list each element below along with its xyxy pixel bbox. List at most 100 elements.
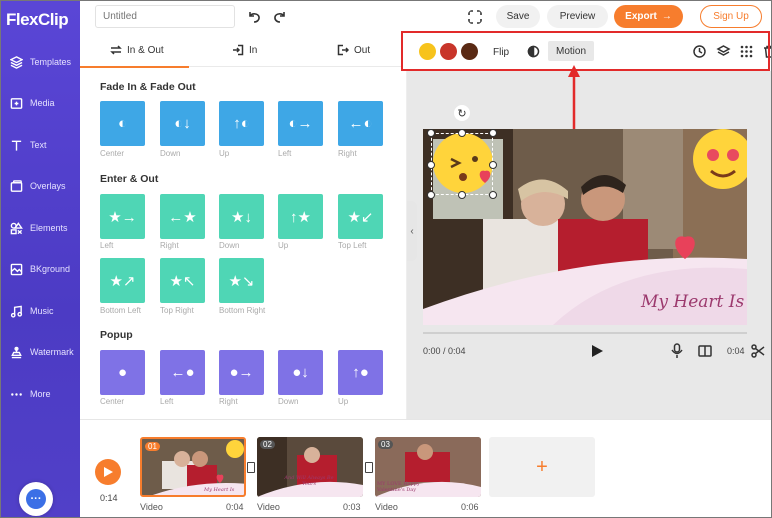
- tab-out[interactable]: Out: [337, 33, 370, 67]
- animation-tile-up[interactable]: ↑◐: [219, 101, 264, 146]
- layers-icon: [9, 55, 23, 69]
- sidebar-item-music[interactable]: Music: [1, 299, 80, 323]
- star-icon: ★↗: [109, 272, 136, 290]
- animation-tile-bottom-left[interactable]: ★↗: [100, 258, 145, 303]
- tab-in[interactable]: In: [232, 33, 257, 67]
- export-button[interactable]: Export →: [614, 5, 683, 28]
- timeline-play-button[interactable]: [95, 459, 121, 485]
- sidebar-label: BKground: [30, 264, 71, 274]
- sidebar-item-more[interactable]: More: [1, 382, 80, 406]
- undo-icon[interactable]: [246, 9, 262, 25]
- fade-icon: ←◐: [348, 115, 373, 132]
- circle-icon: ●↓: [292, 364, 309, 381]
- export-label: Export: [625, 11, 657, 22]
- sidebar-item-overlays[interactable]: Overlays: [1, 174, 80, 198]
- animation-tile-down[interactable]: ★↓: [219, 194, 264, 239]
- star-icon: ←★: [168, 208, 197, 226]
- fade-icon: ↑◐: [233, 115, 250, 132]
- resize-handle[interactable]: [489, 191, 497, 199]
- sidebar-item-watermark[interactable]: Watermark: [1, 340, 80, 364]
- signup-button[interactable]: Sign Up: [700, 5, 762, 28]
- microphone-icon[interactable]: [670, 343, 684, 359]
- swap-icon: [110, 45, 122, 55]
- animation-label: Down: [219, 241, 240, 250]
- circle-icon: ●: [117, 364, 128, 381]
- transition-icon[interactable]: [365, 462, 373, 473]
- resize-handle[interactable]: [427, 129, 435, 137]
- star-icon: ★↙: [347, 208, 374, 226]
- resize-handle[interactable]: [489, 129, 497, 137]
- tab-label: In: [249, 44, 258, 56]
- sidebar-label: Overlays: [30, 181, 66, 191]
- animation-tile-top-left[interactable]: ★↙: [338, 194, 383, 239]
- project-title-input[interactable]: [95, 5, 235, 28]
- animation-tile-down[interactable]: ●↓: [278, 350, 323, 395]
- resize-handle[interactable]: [458, 191, 466, 199]
- tab-in-and-out[interactable]: In & Out: [110, 33, 164, 67]
- fullscreen-icon[interactable]: [467, 9, 483, 25]
- animation-tile-right[interactable]: ←◐: [338, 101, 383, 146]
- timeline-total-time: 0:14: [100, 493, 118, 503]
- animation-label: Top Left: [338, 241, 367, 250]
- animation-label: Left: [100, 241, 114, 250]
- clip-duration: 0:03: [343, 502, 361, 512]
- animation-label: Center: [100, 149, 125, 158]
- star-icon: ★→: [108, 208, 137, 226]
- scissors-icon[interactable]: [751, 344, 765, 358]
- animation-tile-up[interactable]: ↑●: [338, 350, 383, 395]
- transition-icon[interactable]: [247, 462, 255, 473]
- resize-handle[interactable]: [427, 161, 435, 169]
- animation-tile-left[interactable]: ←●: [160, 350, 205, 395]
- animation-label: Up: [219, 149, 230, 158]
- animation-label: Center: [100, 397, 125, 406]
- overlays-icon: [9, 179, 23, 193]
- sidebar-item-text[interactable]: Text: [1, 133, 80, 157]
- animation-tile-left[interactable]: ★→: [100, 194, 145, 239]
- clip-duration: 0:04: [226, 502, 244, 512]
- resize-handle[interactable]: [427, 191, 435, 199]
- sidebar-item-elements[interactable]: Elements: [1, 216, 80, 240]
- play-icon[interactable]: [590, 344, 604, 358]
- subtitle-icon[interactable]: [698, 343, 712, 359]
- save-button[interactable]: Save: [496, 5, 540, 28]
- animation-tile-right[interactable]: ●→: [219, 350, 264, 395]
- animation-tile-bottom-right[interactable]: ★↘: [219, 258, 264, 303]
- animation-tile-left[interactable]: ◐→: [278, 101, 323, 146]
- add-clip-button[interactable]: +: [489, 437, 595, 497]
- animation-tabs: In & Out In Out: [80, 33, 407, 68]
- app-logo[interactable]: FlexClip: [6, 10, 69, 30]
- animation-tile-center[interactable]: ◐: [100, 101, 145, 146]
- collapse-panel-handle[interactable]: ‹: [407, 201, 417, 261]
- animation-tile-top-right[interactable]: ★↖: [160, 258, 205, 303]
- sidebar-item-bkground[interactable]: BKground: [1, 257, 80, 281]
- animation-tile-right[interactable]: ←★: [160, 194, 205, 239]
- chat-support-button[interactable]: ···: [19, 482, 53, 516]
- clip-caption: My Heart Is: [204, 487, 235, 493]
- animation-tile-center[interactable]: ●: [100, 350, 145, 395]
- sidebar-label: Templates: [30, 57, 72, 67]
- clip-duration: 0:06: [461, 502, 479, 512]
- animation-tile-up[interactable]: ↑★: [278, 194, 323, 239]
- sidebar-item-media[interactable]: Media: [1, 91, 80, 115]
- section-title-popup: Popup: [100, 329, 133, 341]
- clip-number: 02: [260, 440, 275, 449]
- animation-label: Left: [160, 397, 174, 406]
- animation-label: Right: [338, 149, 357, 158]
- resize-handle[interactable]: [489, 161, 497, 169]
- sidebar-label: Watermark: [30, 347, 74, 357]
- timeline-clip-1[interactable]: 01 My Heart Is: [140, 437, 246, 497]
- timeline-clip-3[interactable]: 03 MY LOVE Happy Valentine's Day: [375, 437, 481, 497]
- preview-button[interactable]: Preview: [547, 5, 608, 28]
- sidebar-item-templates[interactable]: Templates: [1, 50, 80, 74]
- tab-label: In & Out: [127, 44, 164, 56]
- fade-icon: ◐: [117, 115, 128, 132]
- redo-icon[interactable]: [272, 9, 288, 25]
- timeline-clip-2[interactable]: 02 And Will Always Be Yours: [257, 437, 363, 497]
- clip-caption: MY LOVE Happy Valentine's Day: [377, 481, 420, 493]
- playback-progress-bar[interactable]: [423, 332, 747, 334]
- resize-handle[interactable]: [458, 129, 466, 137]
- logo-text: FlexClip: [6, 10, 69, 29]
- animation-tile-down[interactable]: ◐↓: [160, 101, 205, 146]
- rotate-icon[interactable]: ↻: [454, 105, 470, 121]
- circle-icon: ↑●: [352, 364, 369, 381]
